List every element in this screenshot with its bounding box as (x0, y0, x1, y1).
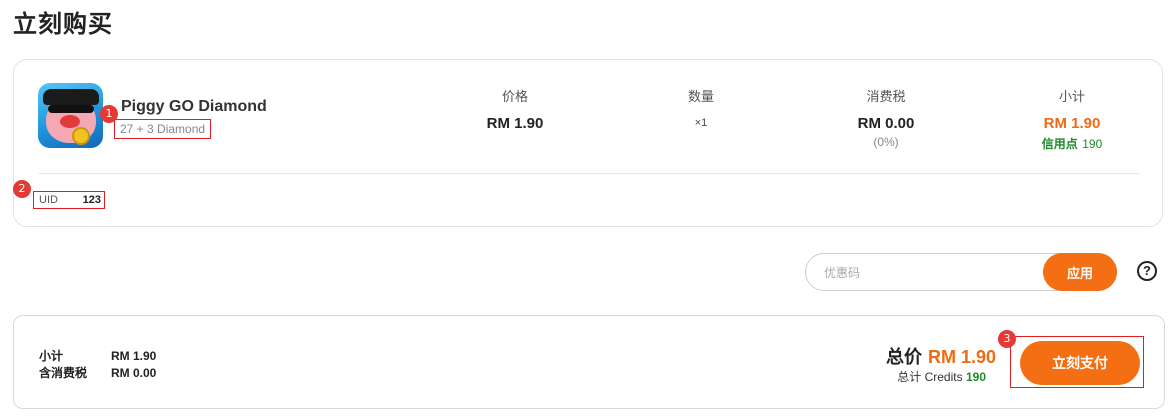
help-icon[interactable]: ? (1137, 261, 1157, 281)
price-label: 价格 (501, 89, 528, 104)
product-name: Piggy GO Diamond (121, 98, 267, 115)
subtotal-credits-value: 190 (1082, 137, 1103, 151)
total-price: 总价 RM 1.90 (886, 343, 996, 369)
subtotal-value: RM 1.90 (1043, 115, 1101, 132)
subtotal-label: 小计 (1058, 89, 1085, 104)
summary-card: 小计 RM 1.90 含消费税 RM 0.00 总价 RM 1.90 总计 Credi… (13, 315, 1165, 409)
summary-subtotal-row: 小计 RM 1.90 (39, 347, 156, 364)
promo-code-field: 应用 (805, 253, 1117, 291)
tax-label: 消费税 (866, 89, 906, 104)
subtotal-credits: 信用点 190 (992, 135, 1152, 153)
uid-field: UID 123 (33, 191, 105, 209)
apply-promo-button[interactable]: 应用 (1043, 253, 1117, 291)
divider (38, 173, 1140, 174)
annotation-badge-3: 3 (998, 330, 1016, 348)
uid-value: 123 (82, 194, 101, 206)
summary-tax-row: 含消费税 RM 0.00 (39, 364, 156, 381)
product-variant: 27 + 3 Diamond (114, 119, 212, 139)
total-credits: 总计 Credits 190 (897, 368, 986, 385)
summary-tax-value: RM 0.00 (111, 366, 157, 380)
tax-column: 消费税 RM 0.00 (0%) (806, 86, 966, 149)
subtotal-column: 小计 RM 1.90 信用点 190 (992, 86, 1152, 153)
total-credits-value: 190 (965, 370, 986, 384)
price-value: RM 1.90 (486, 115, 544, 132)
quantity-column: 数量 ×1 (621, 86, 781, 129)
product-card: Piggy GO Diamond 27 + 3 Diamond 1 价格 RM … (13, 59, 1163, 227)
piggy-go-game-icon (38, 83, 103, 148)
annotation-badge-2: 2 (13, 180, 31, 198)
annotation-badge-1: 1 (100, 105, 118, 123)
summary-subtotal-value: RM 1.90 (111, 349, 157, 363)
quantity-label: 数量 (687, 89, 714, 104)
subtotal-credits-label: 信用点 (1041, 137, 1078, 151)
total-value: RM 1.90 (927, 347, 996, 367)
uid-label: UID (39, 194, 58, 206)
total-credits-label: 总计 Credits (897, 370, 963, 384)
page-title: 立刻购买 (13, 11, 113, 38)
tax-value: RM 0.00 (857, 115, 915, 132)
promo-code-input[interactable] (822, 263, 1046, 283)
quantity-value: ×1 (694, 117, 708, 129)
summary-subtotal-label: 小计 (39, 349, 64, 363)
total-label: 总价 (885, 347, 922, 367)
summary-tax-label: 含消费税 (39, 366, 88, 380)
tax-rate: (0%) (873, 135, 899, 149)
price-column: 价格 RM 1.90 (435, 86, 595, 132)
pay-now-button[interactable]: 立刻支付 (1020, 341, 1140, 385)
